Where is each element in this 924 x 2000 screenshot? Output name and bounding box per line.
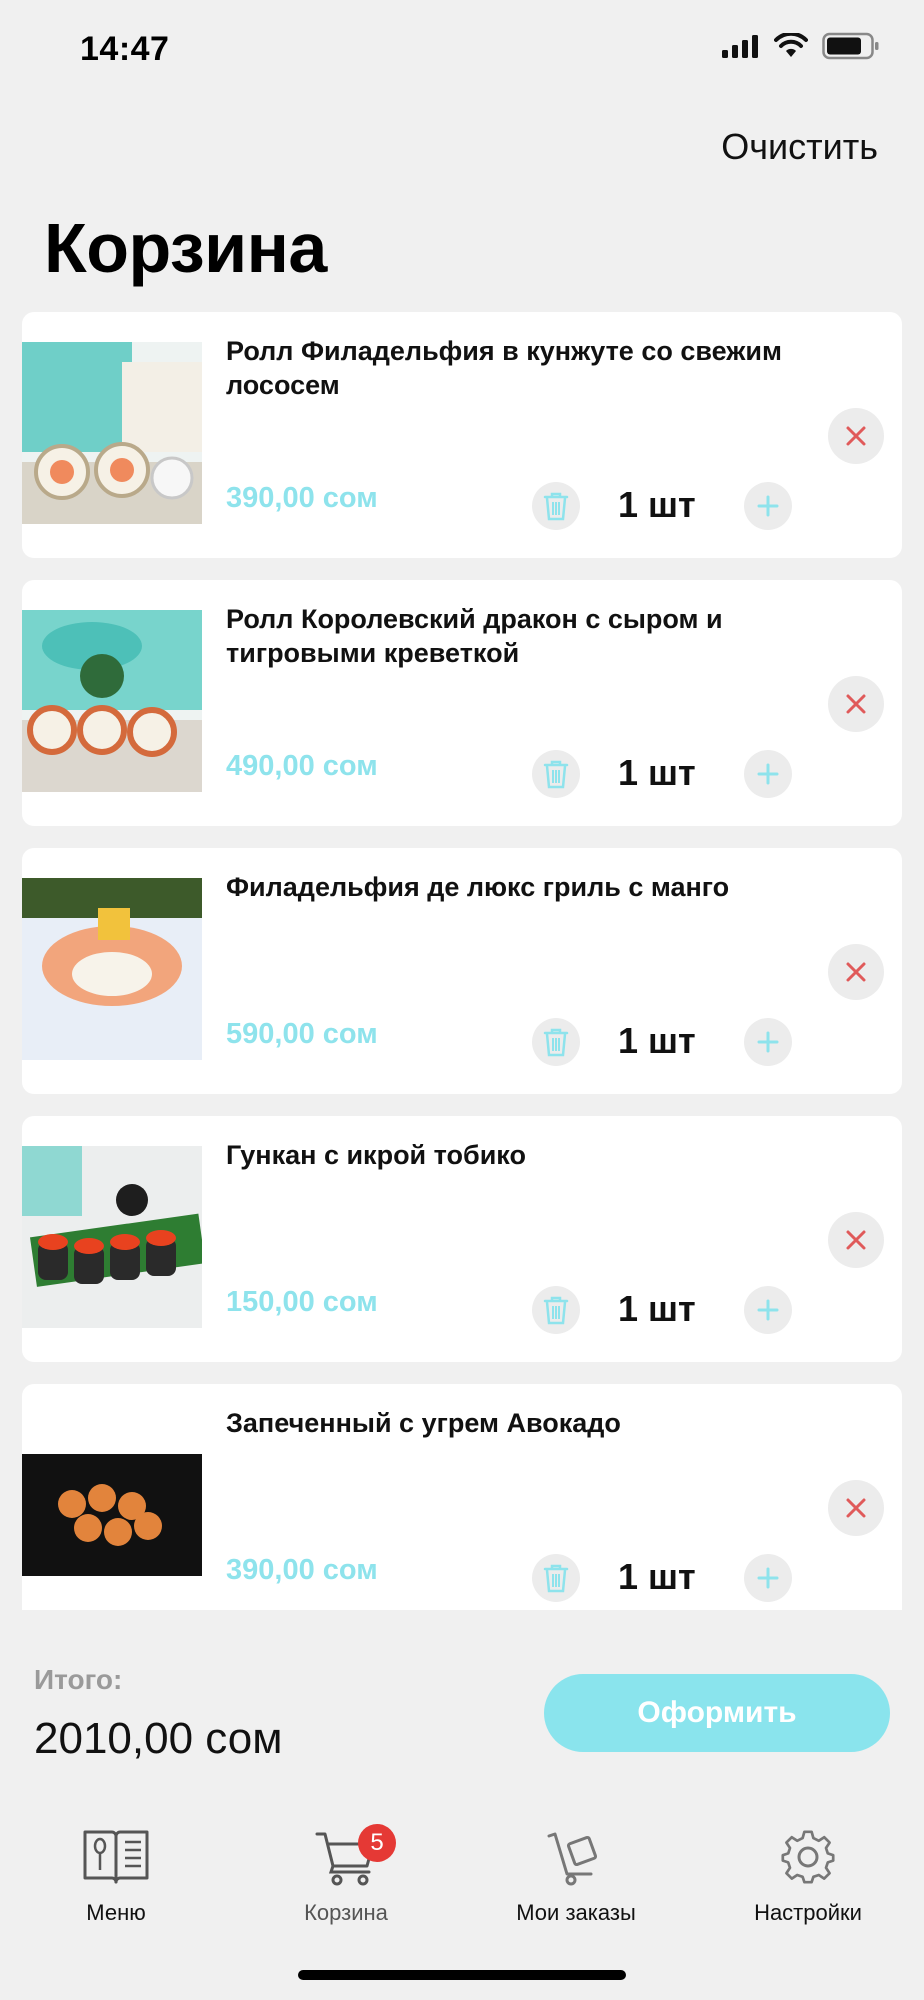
tab-label: Корзина [304, 1900, 388, 1925]
wifi-icon [774, 33, 808, 57]
decrease-button[interactable] [532, 750, 580, 798]
total-value: 2010,00 сом [34, 1714, 283, 1763]
close-icon [846, 962, 866, 982]
remove-item-button[interactable] [828, 408, 884, 464]
item-name: Гункан с икрой тобико [226, 1140, 526, 1170]
plus-icon [757, 1299, 779, 1321]
close-icon [846, 1498, 866, 1518]
status-icons [720, 32, 880, 60]
total-label: Итого: [34, 1664, 123, 1695]
tab-cart[interactable]: 5 Корзина [246, 1824, 446, 1926]
status-time: 14:47 [80, 30, 170, 68]
signal-icon [722, 35, 758, 58]
tab-settings[interactable]: Настройки [708, 1826, 908, 1926]
cart-item: Гункан с икрой тобико 150,00 сом 1 шт [22, 1116, 902, 1362]
remove-item-button[interactable] [828, 1212, 884, 1268]
cart-item: Запеченный с угрем Авокадо 390,00 сом 1 … [22, 1384, 902, 1610]
increase-button[interactable] [744, 1286, 792, 1334]
trash-icon [543, 760, 569, 789]
tab-label: Меню [86, 1900, 146, 1925]
plus-icon [757, 1031, 779, 1053]
gear-icon [781, 1830, 835, 1884]
cart-count-badge: 5 [358, 1824, 396, 1862]
page-title: Корзина [44, 209, 327, 287]
decrease-button[interactable] [532, 1286, 580, 1334]
item-price: 390,00 сом [226, 482, 378, 514]
item-quantity: 1 шт [618, 752, 696, 793]
cart-screen: 14:47 Очистить Корзина Ролл Филадельфия … [0, 0, 924, 2000]
trash-icon [543, 1028, 569, 1057]
cart-item: Ролл Королевский дракон с сыром и тигров… [22, 580, 902, 826]
item-name: Ролл Филадельфия в кунжуте со свежим лос… [226, 336, 782, 400]
item-price: 390,00 сом [226, 1554, 378, 1586]
item-name: Филадельфия де люкс гриль с манго [226, 872, 730, 902]
item-price: 150,00 сом [226, 1286, 378, 1318]
home-indicator [298, 1970, 626, 1980]
increase-button[interactable] [744, 1018, 792, 1066]
plus-icon [757, 763, 779, 785]
plus-icon [757, 1567, 779, 1589]
tab-menu[interactable]: Меню [16, 1826, 216, 1926]
clear-cart-button[interactable]: Очистить [721, 126, 878, 168]
trash-icon [543, 1564, 569, 1593]
item-photo [22, 342, 202, 524]
close-icon [846, 426, 866, 446]
remove-item-button[interactable] [828, 944, 884, 1000]
tab-label: Настройки [754, 1900, 862, 1925]
increase-button[interactable] [744, 482, 792, 530]
item-quantity: 1 шт [618, 1556, 696, 1597]
cart-item: Филадельфия де люкс гриль с манго 590,00… [22, 848, 902, 1094]
plus-icon [757, 495, 779, 517]
item-price: 490,00 сом [226, 750, 378, 782]
close-icon [846, 694, 866, 714]
item-photo [22, 610, 202, 792]
item-name: Запеченный с угрем Авокадо [226, 1408, 621, 1438]
item-photo [22, 878, 202, 1060]
trash-icon [543, 492, 569, 521]
battery-icon [822, 32, 879, 60]
remove-item-button[interactable] [828, 1480, 884, 1536]
remove-item-button[interactable] [828, 676, 884, 732]
close-icon [846, 1230, 866, 1250]
decrease-button[interactable] [532, 1018, 580, 1066]
cart-item: Ролл Филадельфия в кунжуте со свежим лос… [22, 312, 902, 558]
cart-list[interactable]: Ролл Филадельфия в кунжуте со свежим лос… [22, 312, 902, 1610]
item-photo [22, 1146, 202, 1328]
item-price: 590,00 сом [226, 1018, 378, 1050]
increase-button[interactable] [744, 1554, 792, 1602]
decrease-button[interactable] [532, 482, 580, 530]
tab-label: Мои заказы [516, 1900, 636, 1925]
menu-book-icon [83, 1830, 149, 1884]
trash-icon [543, 1296, 569, 1325]
decrease-button[interactable] [532, 1554, 580, 1602]
item-quantity: 1 шт [618, 1020, 696, 1061]
orders-cart-icon [547, 1832, 598, 1886]
item-name: Ролл Королевский дракон с сыром и тигров… [226, 604, 723, 668]
checkout-button[interactable]: Оформить [544, 1674, 890, 1752]
tab-my-orders[interactable]: Мои заказы [476, 1826, 676, 1926]
item-quantity: 1 шт [618, 484, 696, 525]
increase-button[interactable] [744, 750, 792, 798]
item-quantity: 1 шт [618, 1288, 696, 1329]
item-photo [22, 1414, 202, 1596]
